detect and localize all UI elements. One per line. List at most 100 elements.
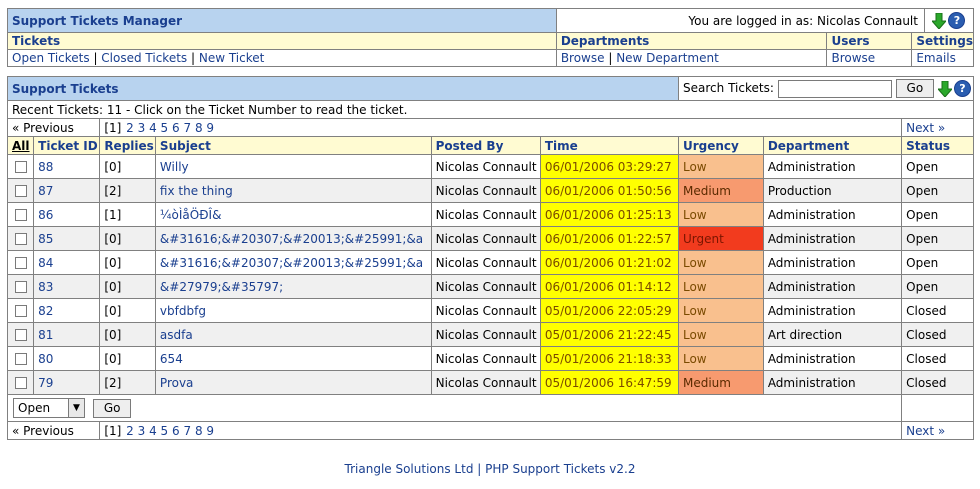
ticket-id-link[interactable]: 85 [38,232,53,246]
row-checkbox[interactable] [6,298,35,323]
ticket-id-link[interactable]: 83 [38,280,53,294]
next-label[interactable]: Next » [906,121,945,135]
new-ticket-link[interactable]: New Ticket [199,51,265,65]
ticket-id-cell[interactable]: 84 [33,250,101,275]
row-checkbox[interactable] [6,274,35,299]
subject-cell[interactable]: &#27979;&#35797; [154,274,432,299]
emails-settings-link[interactable]: Emails [916,51,956,65]
status-select[interactable]: Open ▼ [13,398,85,418]
page-link[interactable]: 4 [149,121,157,135]
new-department-link[interactable]: New Department [616,51,719,65]
subject-link[interactable]: 654 [160,352,183,366]
subject-cell[interactable]: vbfdbfg [154,298,432,323]
ticket-id-link[interactable]: 80 [38,352,53,366]
product-link[interactable]: PHP Support Tickets v2.2 [485,462,635,476]
next-label[interactable]: Next » [906,424,945,438]
page-link[interactable]: 2 [126,121,134,135]
ticket-id-link[interactable]: 82 [38,304,53,318]
subject-link[interactable]: ¼òÌåÖÐÎ& [160,208,222,222]
subject-cell[interactable]: asdfa [154,322,432,347]
subject-cell[interactable]: &#31616;&#20307;&#20013;&#25991;&a [154,226,432,251]
page-link[interactable]: 3 [138,121,146,135]
checkbox[interactable] [15,377,27,389]
page-link[interactable]: 8 [195,424,203,438]
page-link[interactable]: 3 [138,424,146,438]
subject-link[interactable]: &#27979;&#35797; [160,280,283,294]
page-link[interactable]: 6 [172,121,180,135]
ticket-id-cell[interactable]: 81 [33,322,101,347]
help-icon[interactable]: ? [954,80,971,97]
browse-users-link[interactable]: Browse [831,51,875,65]
checkbox[interactable] [15,209,27,221]
page-link[interactable]: 7 [183,424,191,438]
bulk-go-button[interactable]: Go [92,398,132,418]
checkbox[interactable] [15,185,27,197]
arrow-down-icon[interactable] [938,80,952,97]
ticket-id-cell[interactable]: 88 [33,154,101,179]
closed-tickets-link[interactable]: Closed Tickets [101,51,187,65]
search-go-button[interactable]: Go [895,79,935,98]
subject-link[interactable]: fix the thing [160,184,233,198]
checkbox[interactable] [15,329,27,341]
subject-link[interactable]: &#31616;&#20307;&#20013;&#25991;&a [160,232,423,246]
page-link[interactable]: 7 [183,121,191,135]
checkbox[interactable] [15,281,27,293]
arrow-down-icon[interactable] [932,12,947,29]
company-link[interactable]: Triangle Solutions Ltd [345,462,474,476]
subject-cell[interactable]: &#31616;&#20307;&#20013;&#25991;&a [154,250,432,275]
select-all-link[interactable]: All [12,139,30,153]
next-page-link-bottom[interactable]: Next » [901,421,974,440]
chevron-down-icon[interactable]: ▼ [68,399,84,417]
ticket-id-cell[interactable]: 86 [33,202,101,227]
subject-link[interactable]: vbfdbfg [160,304,206,318]
subject-cell[interactable]: Willy [154,154,432,179]
ticket-id-cell[interactable]: 80 [33,346,101,371]
help-icon[interactable]: ? [948,12,966,29]
previous-page-link[interactable]: « Previous [6,118,101,137]
col-all[interactable]: All [6,136,35,155]
subject-link[interactable]: Prova [160,376,194,390]
search-input[interactable] [777,79,892,98]
row-checkbox[interactable] [6,322,35,347]
ticket-id-link[interactable]: 88 [38,160,53,174]
subject-cell[interactable]: Prova [154,370,432,395]
page-link[interactable]: 8 [195,121,203,135]
row-checkbox[interactable] [6,250,35,275]
page-link[interactable]: 9 [206,121,214,135]
checkbox[interactable] [15,233,27,245]
checkbox[interactable] [15,161,27,173]
ticket-id-link[interactable]: 81 [38,328,53,342]
ticket-id-cell[interactable]: 85 [33,226,101,251]
previous-page-link-bottom[interactable]: « Previous [6,421,101,440]
page-link[interactable]: 4 [149,424,157,438]
row-checkbox[interactable] [6,346,35,371]
ticket-id-link[interactable]: 86 [38,208,53,222]
ticket-id-link[interactable]: 87 [38,184,53,198]
ticket-id-cell[interactable]: 83 [33,274,101,299]
ticket-id-cell[interactable]: 79 [33,370,101,395]
page-link[interactable]: 5 [161,121,169,135]
subject-link[interactable]: Willy [160,160,189,174]
previous-label[interactable]: « Previous [12,121,74,135]
subject-cell[interactable]: fix the thing [154,178,432,203]
row-checkbox[interactable] [6,226,35,251]
browse-departments-link[interactable]: Browse [561,51,605,65]
subject-link[interactable]: &#31616;&#20307;&#20013;&#25991;&a [160,256,423,270]
ticket-id-cell[interactable]: 82 [33,298,101,323]
page-link[interactable]: 5 [161,424,169,438]
ticket-id-link[interactable]: 79 [38,376,53,390]
row-checkbox[interactable] [6,202,35,227]
row-checkbox[interactable] [6,370,35,395]
ticket-id-link[interactable]: 84 [38,256,53,270]
checkbox[interactable] [15,305,27,317]
page-link[interactable]: 2 [126,424,134,438]
subject-cell[interactable]: 654 [154,346,432,371]
ticket-id-cell[interactable]: 87 [33,178,101,203]
row-checkbox[interactable] [6,154,35,179]
next-page-link[interactable]: Next » [901,118,974,137]
checkbox[interactable] [15,257,27,269]
previous-label[interactable]: « Previous [12,424,74,438]
page-link[interactable]: 9 [206,424,214,438]
subject-cell[interactable]: ¼òÌåÖÐÎ& [154,202,432,227]
row-checkbox[interactable] [6,178,35,203]
